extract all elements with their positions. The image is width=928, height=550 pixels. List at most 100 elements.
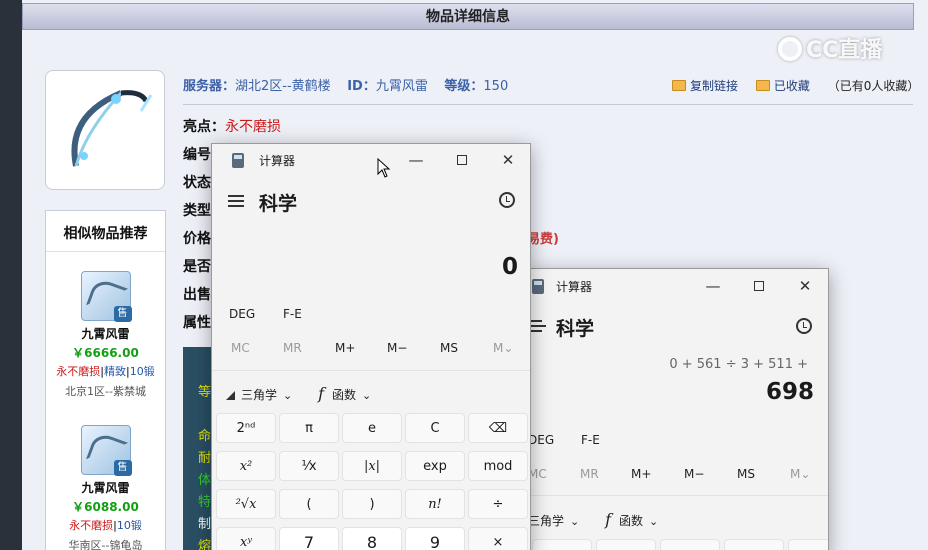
similar-item-name[interactable]: 九霄风雷 bbox=[46, 325, 165, 342]
memory-recall-button[interactable]: MR bbox=[580, 467, 599, 481]
type-label: 类型 bbox=[183, 203, 211, 219]
menu-icon[interactable] bbox=[228, 195, 244, 207]
minimize-button[interactable]: — bbox=[393, 144, 439, 176]
item-thumbnail[interactable]: 售 bbox=[80, 425, 132, 476]
detail-text: 命 bbox=[198, 429, 212, 444]
folder-plus-icon bbox=[755, 80, 770, 91]
divide-key[interactable]: ÷ bbox=[468, 489, 528, 519]
backspace-key[interactable]: ⌫ bbox=[468, 413, 528, 443]
seven-key[interactable]: 7 bbox=[279, 527, 339, 550]
memory-subtract-button[interactable]: M− bbox=[387, 341, 407, 355]
mode-title: 科学 bbox=[556, 318, 595, 340]
pi-key[interactable]: π bbox=[279, 413, 339, 443]
multiply-key[interactable]: × bbox=[468, 527, 528, 550]
id-info: ID：九霄风雷 bbox=[347, 79, 428, 94]
number-label: 编号 bbox=[183, 147, 211, 163]
memory-list-button[interactable]: M⌄ bbox=[790, 467, 810, 481]
key[interactable] bbox=[660, 539, 720, 550]
title-bar[interactable]: 计算器 — ✕ bbox=[212, 144, 530, 176]
exp-key[interactable]: exp bbox=[405, 451, 465, 481]
memory-store-button[interactable]: MS bbox=[737, 467, 755, 481]
copy-link-link[interactable]: 复制链接 bbox=[672, 79, 738, 93]
calculator-window-front[interactable]: 计算器 — ✕ 科学 0 DEG F-E MC MR M+ M− MS M⌄ 三… bbox=[211, 143, 531, 550]
watermark-logo-icon bbox=[778, 37, 802, 61]
item-thumbnail[interactable]: 售 bbox=[80, 271, 132, 322]
left-dark-band bbox=[0, 0, 22, 550]
detail-text: 等 bbox=[198, 385, 212, 400]
key[interactable] bbox=[596, 539, 656, 550]
memory-add-button[interactable]: M+ bbox=[335, 341, 355, 355]
detail-text: 耐 bbox=[198, 451, 212, 466]
reciprocal-key[interactable]: ¹⁄x bbox=[279, 451, 339, 481]
mouse-cursor-icon bbox=[377, 158, 391, 178]
chevron-down-icon: ⌄ bbox=[649, 515, 659, 528]
e-key[interactable]: e bbox=[342, 413, 402, 443]
title-bar[interactable]: 计算器 — ✕ bbox=[526, 269, 828, 301]
chevron-down-icon: ⌄ bbox=[362, 389, 372, 402]
maximize-button[interactable] bbox=[439, 144, 485, 176]
similar-item[interactable]: 售 九霄风雷 ￥6088.00 永不磨损|10锻 华南区--锦龟岛 bbox=[46, 425, 165, 550]
memory-add-button[interactable]: M+ bbox=[631, 467, 651, 481]
eight-key[interactable]: 8 bbox=[342, 527, 402, 550]
memory-recall-button[interactable]: MR bbox=[283, 341, 302, 355]
triangle-icon bbox=[226, 391, 235, 400]
item-image[interactable] bbox=[45, 70, 165, 190]
fe-button[interactable]: F-E bbox=[581, 433, 600, 447]
page-header: 物品详细信息 bbox=[22, 3, 914, 30]
factorial-key[interactable]: n! bbox=[405, 489, 465, 519]
function-dropdown[interactable]: 函数 ⌄ bbox=[332, 388, 371, 402]
memory-list-button[interactable]: M⌄ bbox=[493, 341, 513, 355]
mode-title: 科学 bbox=[259, 193, 298, 215]
sale-badge: 售 bbox=[113, 460, 132, 476]
server-info: 服务器：湖北2区--黄鹤楼 bbox=[183, 79, 331, 94]
favorite-count: （已有0人收藏） bbox=[827, 79, 920, 93]
close-button[interactable]: ✕ bbox=[485, 144, 530, 176]
function-dropdown[interactable]: 函数 ⌄ bbox=[619, 514, 658, 528]
key[interactable] bbox=[788, 539, 828, 550]
window-title: 计算器 bbox=[556, 280, 593, 294]
key[interactable] bbox=[532, 539, 592, 550]
similar-item-tags: 永不磨损|10锻 bbox=[69, 519, 142, 532]
calculator-app-icon bbox=[232, 153, 244, 168]
key[interactable] bbox=[724, 539, 784, 550]
chevron-down-icon: ⌄ bbox=[570, 515, 580, 528]
history-icon[interactable] bbox=[796, 318, 812, 334]
square-root-key[interactable]: ²√x bbox=[216, 489, 276, 519]
history-icon[interactable] bbox=[499, 192, 515, 208]
angle-unit-button[interactable]: DEG bbox=[229, 307, 255, 321]
clear-key[interactable]: C bbox=[405, 413, 465, 443]
mod-key[interactable]: mod bbox=[468, 451, 528, 481]
whether-label: 是否 bbox=[183, 259, 211, 275]
similar-item[interactable]: 售 九霄风雷 ￥6666.00 永不磨损|精致|10锻 北京1区--紫禁城 bbox=[46, 271, 165, 399]
second-key[interactable]: 2ⁿᵈ bbox=[216, 413, 276, 443]
highlight-value: 永不磨损 bbox=[225, 119, 281, 135]
memory-store-button[interactable]: MS bbox=[440, 341, 458, 355]
close-button[interactable]: ✕ bbox=[782, 270, 828, 302]
favorited-link[interactable]: 已收藏 bbox=[755, 79, 810, 93]
item-info-line: 服务器：湖北2区--黄鹤楼 ID：九霄风雷 等级：150 bbox=[183, 75, 520, 94]
highlight-row: 亮点：永不磨损 bbox=[183, 119, 281, 135]
angle-unit-button[interactable]: DEG bbox=[528, 433, 554, 447]
trig-dropdown[interactable]: 三角学 ⌄ bbox=[528, 514, 579, 528]
calculator-window-back[interactable]: 计算器 — ✕ 科学 0 + 561 ÷ 3 + 511 + 698 DEG F… bbox=[525, 268, 829, 550]
detail-text: 制 bbox=[198, 517, 212, 532]
minimize-button[interactable]: — bbox=[690, 270, 736, 302]
absolute-key[interactable]: |x| bbox=[342, 451, 402, 481]
maximize-button[interactable] bbox=[736, 270, 782, 302]
similar-item-name[interactable]: 九霄风雷 bbox=[46, 479, 165, 496]
memory-clear-button[interactable]: MC bbox=[231, 341, 250, 355]
menu-icon[interactable] bbox=[530, 320, 546, 332]
detail-text: 体 bbox=[198, 473, 212, 488]
nine-key[interactable]: 9 bbox=[405, 527, 465, 550]
power-key[interactable]: xʸ bbox=[216, 527, 276, 550]
square-key[interactable]: x² bbox=[216, 451, 276, 481]
result-display: 698 bbox=[765, 379, 814, 405]
memory-subtract-button[interactable]: M− bbox=[684, 467, 704, 481]
fe-button[interactable]: F-E bbox=[283, 307, 302, 321]
trig-dropdown[interactable]: 三角学 ⌄ bbox=[226, 388, 292, 402]
similar-item-tags: 永不磨损|精致|10锻 bbox=[56, 365, 155, 378]
similar-title: 相似物品推荐 bbox=[46, 211, 165, 252]
similar-items-panel: 相似物品推荐 售 九霄风雷 ￥6666.00 永不磨损|精致|10锻 北京1区-… bbox=[45, 210, 166, 550]
open-paren-key[interactable]: ( bbox=[279, 489, 339, 519]
close-paren-key[interactable]: ) bbox=[342, 489, 402, 519]
